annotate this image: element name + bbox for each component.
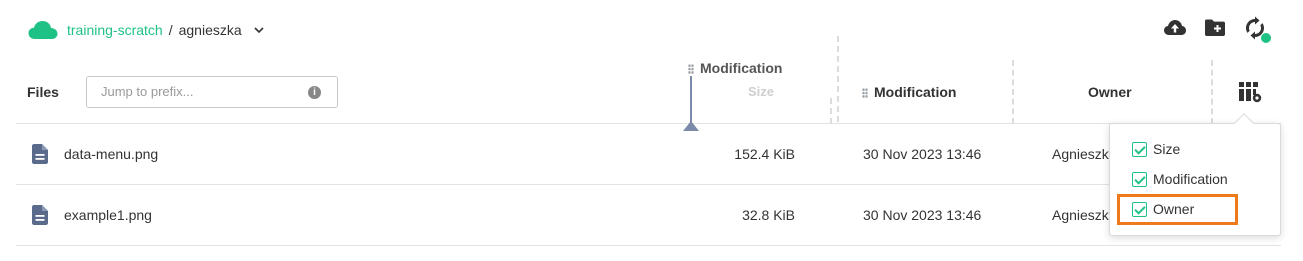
folder-plus-icon[interactable] <box>1203 16 1227 40</box>
column-header-modification-label: Modification <box>874 84 957 100</box>
bucket-link[interactable]: training-scratch <box>67 22 163 38</box>
file-modified: 30 Nov 2023 13:46 <box>863 207 982 223</box>
dragged-column-sublabel: Size <box>748 84 775 99</box>
cloud-upload-icon[interactable] <box>1163 16 1187 40</box>
column-divider[interactable] <box>1012 60 1014 124</box>
column-divider[interactable] <box>830 98 832 124</box>
dragged-column-label: Modification <box>700 60 783 76</box>
column-divider[interactable] <box>1211 60 1213 124</box>
file-modified: 30 Nov 2023 13:46 <box>863 146 982 162</box>
column-option-size[interactable]: Size <box>1132 138 1180 160</box>
drag-handle-icon[interactable] <box>862 88 868 99</box>
highlight-box <box>1117 194 1238 225</box>
document-icon <box>32 144 48 164</box>
search-input[interactable] <box>101 77 301 105</box>
file-name-link[interactable]: data-menu.png <box>64 146 158 162</box>
file-owner: Agnieszk <box>1052 146 1109 162</box>
dragged-column-header[interactable]: Modification <box>688 60 782 76</box>
column-option-label: Modification <box>1153 171 1228 187</box>
sync-icon[interactable] <box>1243 16 1271 43</box>
file-size: 32.8 KiB <box>742 207 795 223</box>
file-size: 152.4 KiB <box>734 146 795 162</box>
size-checkbox[interactable] <box>1132 141 1147 157</box>
breadcrumb: training-scratch / agnieszka <box>28 18 265 42</box>
drop-indicator <box>690 76 692 124</box>
table-row[interactable]: data-menu.png 152.4 KiB 30 Nov 2023 13:4… <box>16 124 1281 185</box>
column-option-label: Size <box>1153 141 1181 157</box>
files-label: Files <box>27 84 59 100</box>
current-prefix: agnieszka <box>178 22 242 38</box>
file-name-link[interactable]: example1.png <box>64 207 152 223</box>
document-icon <box>32 205 48 225</box>
column-settings-icon[interactable] <box>1238 80 1262 104</box>
column-divider[interactable] <box>837 36 839 122</box>
drag-handle-icon[interactable] <box>688 64 694 75</box>
column-option-modification[interactable]: Modification <box>1132 168 1228 190</box>
file-owner: Agnieszk <box>1052 207 1109 223</box>
modification-checkbox[interactable] <box>1132 171 1147 187</box>
table-row[interactable]: example1.png 32.8 KiB 30 Nov 2023 13:46 … <box>16 185 1281 246</box>
cloud-icon <box>28 21 58 39</box>
toolbar <box>1163 16 1271 43</box>
column-header-owner[interactable]: Owner <box>1088 84 1132 100</box>
sync-status-dot <box>1261 33 1271 43</box>
column-header-modification[interactable]: Modification <box>862 84 956 100</box>
prefix-search: i <box>86 76 338 108</box>
chevron-down-icon[interactable] <box>253 24 265 36</box>
info-icon[interactable]: i <box>308 86 321 99</box>
breadcrumb-separator: / <box>168 22 173 38</box>
